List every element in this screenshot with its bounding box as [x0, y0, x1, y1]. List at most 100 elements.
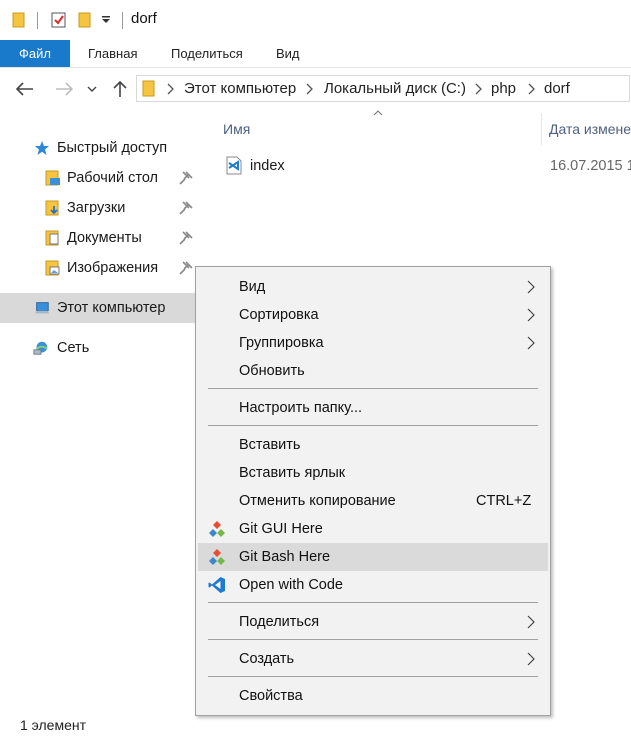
menu-item-group[interactable]: Группировка: [198, 329, 548, 357]
menu-item-view[interactable]: Вид: [198, 273, 548, 301]
git-gui-icon: [209, 521, 225, 537]
context-menu: Вид Сортировка Группировка Обновить Наст…: [195, 266, 551, 716]
forward-button[interactable]: [53, 78, 75, 100]
nav-this-pc[interactable]: Этот компьютер: [0, 293, 200, 323]
properties-icon[interactable]: [49, 10, 69, 30]
documents-folder-icon: [45, 230, 59, 246]
nav-item-label: Загрузки: [67, 200, 126, 216]
customize-qa-dropdown-icon[interactable]: [100, 10, 112, 30]
menu-item-label: Создать: [239, 651, 295, 667]
file-name: index: [250, 158, 285, 174]
tab-share[interactable]: Поделиться: [171, 40, 243, 67]
divider: [37, 12, 38, 29]
address-bar[interactable]: Этот компьютер Локальный диск (C:) php d…: [136, 75, 630, 102]
menu-item-paste[interactable]: Вставить: [198, 431, 548, 459]
nav-item-documents[interactable]: Документы: [0, 223, 200, 253]
chevron-right-icon: [527, 308, 535, 322]
file-date: 16.07.2015 1: [550, 158, 631, 174]
breadcrumb-php[interactable]: php: [491, 76, 516, 101]
menu-item-label: Git Bash Here: [239, 549, 331, 565]
desktop-folder-icon: [45, 170, 60, 186]
menu-item-create[interactable]: Создать: [198, 645, 548, 673]
nav-item-label: Документы: [67, 230, 142, 246]
computer-icon: [34, 302, 50, 314]
star-icon: [35, 141, 49, 155]
nav-item-pictures[interactable]: Изображения: [0, 253, 200, 283]
menu-item-label: Группировка: [239, 335, 324, 351]
divider: [122, 12, 123, 29]
chevron-right-icon: [167, 83, 174, 95]
nav-item-label: Рабочий стол: [67, 170, 159, 186]
tab-file[interactable]: Файл: [0, 40, 70, 67]
folder-icon: [12, 10, 26, 30]
chevron-right-icon: [475, 83, 482, 95]
menu-item-open-with-code[interactable]: Open with Code: [198, 571, 548, 599]
breadcrumb-local-disk[interactable]: Локальный диск (C:): [324, 76, 466, 101]
menu-item-git-bash[interactable]: Git Bash Here: [198, 543, 548, 571]
menu-separator: [208, 639, 538, 640]
pin-icon[interactable]: [179, 261, 193, 275]
chevron-right-icon: [527, 652, 535, 666]
menu-item-label: Обновить: [239, 363, 305, 379]
column-divider[interactable]: [541, 113, 542, 145]
menu-item-properties[interactable]: Свойства: [198, 682, 548, 710]
nav-item-downloads[interactable]: Загрузки: [0, 193, 200, 223]
chevron-right-icon: [528, 83, 535, 95]
up-button[interactable]: [109, 78, 131, 100]
new-folder-icon[interactable]: [77, 10, 93, 30]
nav-item-label: Изображения: [67, 260, 159, 276]
column-header-date[interactable]: Дата изменен: [549, 117, 631, 141]
nav-network[interactable]: Сеть: [0, 333, 200, 363]
chevron-right-icon: [527, 280, 535, 294]
menu-item-label: Поделиться: [239, 614, 320, 630]
column-header-name[interactable]: Имя: [223, 117, 250, 141]
back-button[interactable]: [14, 78, 36, 100]
menu-item-git-gui[interactable]: Git GUI Here: [198, 515, 548, 543]
ribbon-tabs: Файл Главная Поделиться Вид: [0, 40, 631, 68]
downloads-folder-icon: [45, 200, 59, 216]
title-bar: dorf: [0, 0, 631, 40]
chevron-right-icon: [306, 83, 313, 95]
vscode-icon: [208, 577, 225, 593]
menu-item-undo-copy[interactable]: Отменить копирование CTRL+Z: [198, 487, 548, 515]
window-title: dorf: [131, 10, 157, 27]
tab-home[interactable]: Главная: [88, 40, 137, 67]
menu-item-shortcut: CTRL+Z: [476, 493, 532, 509]
pin-icon[interactable]: [179, 231, 193, 245]
tab-view[interactable]: Вид: [276, 40, 300, 67]
chevron-right-icon: [527, 336, 535, 350]
status-item-count: 1 элемент: [20, 717, 87, 733]
folder-icon: [142, 80, 156, 101]
sort-ascending-icon: [373, 110, 383, 116]
menu-item-share[interactable]: Поделиться: [198, 608, 548, 636]
menu-item-customize-folder[interactable]: Настроить папку...: [198, 394, 548, 422]
pin-icon[interactable]: [179, 201, 193, 215]
menu-item-label: Отменить копирование: [239, 493, 396, 509]
menu-separator: [208, 425, 538, 426]
recent-locations-button[interactable]: [84, 78, 100, 100]
menu-item-label: Git GUI Here: [239, 521, 323, 537]
menu-item-label: Настроить папку...: [239, 400, 363, 416]
nav-quick-access[interactable]: Быстрый доступ: [0, 133, 200, 163]
menu-separator: [208, 388, 538, 389]
menu-item-refresh[interactable]: Обновить: [198, 357, 548, 385]
pin-icon[interactable]: [179, 171, 193, 185]
menu-item-label: Вид: [239, 279, 266, 295]
breadcrumb-this-pc[interactable]: Этот компьютер: [184, 76, 296, 101]
breadcrumb-dorf[interactable]: dorf: [544, 76, 570, 101]
network-icon: [33, 341, 48, 355]
menu-item-label: Open with Code: [239, 577, 343, 593]
menu-separator: [208, 676, 538, 677]
git-bash-icon: [209, 549, 225, 565]
pictures-folder-icon: [45, 260, 60, 276]
nav-item-desktop[interactable]: Рабочий стол: [0, 163, 200, 193]
nav-quick-access-label: Быстрый доступ: [57, 140, 168, 156]
menu-item-sort[interactable]: Сортировка: [198, 301, 548, 329]
chevron-right-icon: [527, 615, 535, 629]
menu-item-paste-shortcut[interactable]: Вставить ярлык: [198, 459, 548, 487]
nav-this-pc-label: Этот компьютер: [57, 300, 166, 316]
menu-item-label: Свойства: [239, 688, 303, 704]
nav-network-label: Сеть: [57, 340, 90, 356]
file-row[interactable]: index 16.07.2015 1: [226, 152, 631, 180]
menu-item-label: Сортировка: [239, 307, 319, 323]
